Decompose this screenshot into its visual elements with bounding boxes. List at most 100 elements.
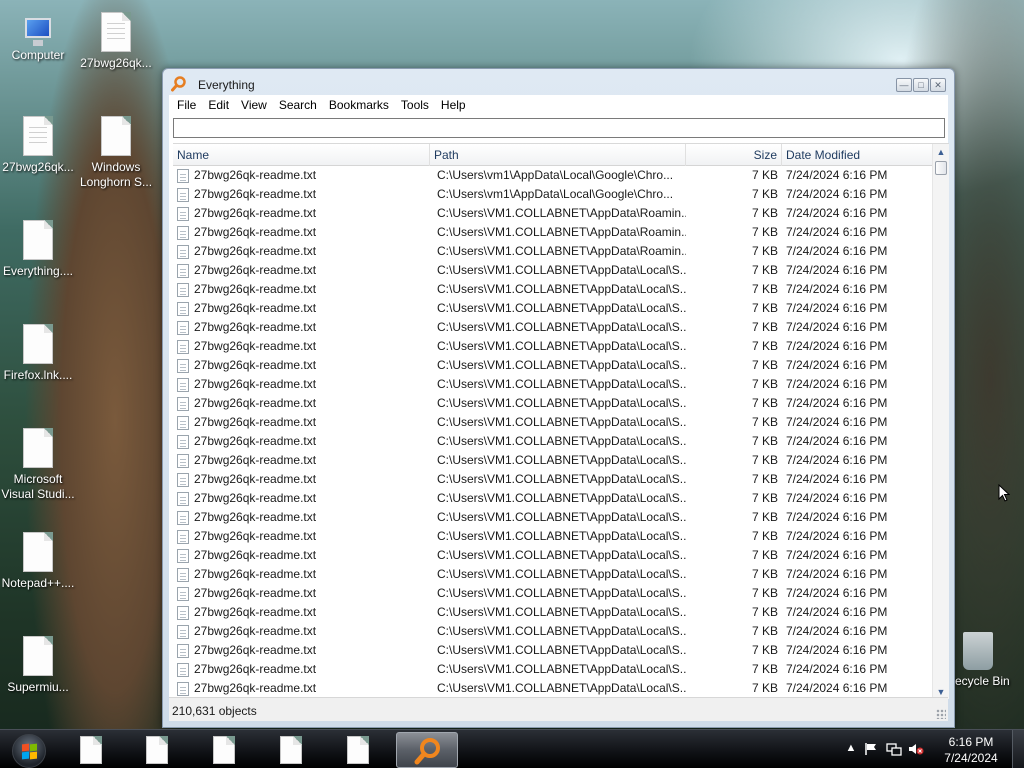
cell-date-modified: 7/24/2024 6:16 PM xyxy=(786,301,888,315)
taskbar-everything-button[interactable] xyxy=(396,732,458,768)
table-row[interactable]: 27bwg26qk-readme.txt C:\Users\VM1.COLLABN… xyxy=(173,204,932,223)
table-row[interactable]: 27bwg26qk-readme.txt C:\Users\VM1.COLLABN… xyxy=(173,641,932,660)
cell-name: 27bwg26qk-readme.txt xyxy=(173,223,430,242)
cell-size: 7 KB xyxy=(751,548,778,562)
cell-path: C:\Users\VM1.COLLABNET\AppData\Local\S..… xyxy=(437,548,686,562)
cell-size: 7 KB xyxy=(751,415,778,429)
network-icon[interactable] xyxy=(886,742,902,756)
cell-size: 7 KB xyxy=(751,681,778,695)
taskbar: ▲ 6:16 PM 7/24/2024 xyxy=(0,729,1024,768)
taskbar-pinned-file[interactable] xyxy=(62,732,120,768)
menu-search[interactable]: Search xyxy=(273,95,323,115)
desktop-icon-file[interactable]: Microsoft Visual Studi... xyxy=(0,428,76,502)
menu-bookmarks[interactable]: Bookmarks xyxy=(323,95,395,115)
windows-logo-icon xyxy=(12,734,46,768)
table-row[interactable]: 27bwg26qk-readme.txt C:\Users\VM1.COLLABN… xyxy=(173,280,932,299)
column-header-date-modified[interactable]: Date Modified xyxy=(782,144,932,166)
text-file-icon xyxy=(177,567,189,582)
table-row[interactable]: 27bwg26qk-readme.txt C:\Users\VM1.COLLABN… xyxy=(173,527,932,546)
cell-date-modified: 7/24/2024 6:16 PM xyxy=(786,529,888,543)
taskbar-pinned-file[interactable] xyxy=(329,732,387,768)
file-name: 27bwg26qk-readme.txt xyxy=(194,282,317,296)
table-row[interactable]: 27bwg26qk-readme.txt C:\Users\VM1.COLLABN… xyxy=(173,489,932,508)
document-icon xyxy=(23,324,53,364)
start-button[interactable] xyxy=(6,732,56,768)
desktop-icon-file[interactable]: 27bwg26qk... xyxy=(0,116,76,175)
cell-date-modified: 7/24/2024 6:16 PM xyxy=(786,206,888,220)
action-center-flag-icon[interactable] xyxy=(864,742,880,756)
file-name: 27bwg26qk-readme.txt xyxy=(194,510,317,524)
vertical-scrollbar[interactable]: ▲ ▼ xyxy=(932,144,949,699)
resize-grip-icon[interactable] xyxy=(936,709,946,719)
desktop-icon-file[interactable]: Notepad++.... xyxy=(0,532,76,591)
table-row[interactable]: 27bwg26qk-readme.txt C:\Users\VM1.COLLABN… xyxy=(173,470,932,489)
volume-muted-icon[interactable] xyxy=(908,742,924,756)
title-bar[interactable]: Everything — □ ✕ xyxy=(163,69,954,97)
desktop-icon-file[interactable]: Everything.... xyxy=(0,220,76,279)
show-desktop-button[interactable] xyxy=(1012,730,1024,768)
table-row[interactable]: 27bwg26qk-readme.txt C:\Users\VM1.COLLABN… xyxy=(173,546,932,565)
system-clock[interactable]: 6:16 PM 7/24/2024 xyxy=(936,734,1006,766)
cell-name: 27bwg26qk-readme.txt xyxy=(173,166,430,185)
table-row[interactable]: 27bwg26qk-readme.txt C:\Users\VM1.COLLABN… xyxy=(173,223,932,242)
table-row[interactable]: 27bwg26qk-readme.txt C:\Users\VM1.COLLABN… xyxy=(173,242,932,261)
cell-size: 7 KB xyxy=(751,491,778,505)
search-input[interactable] xyxy=(173,118,945,138)
desktop-icon-file[interactable]: Firefox.lnk.... xyxy=(0,324,76,383)
column-header-size[interactable]: Size xyxy=(686,144,782,166)
results-list[interactable]: Name Path Size Date Modified 27bwg26qk-r… xyxy=(173,143,949,699)
text-file-icon xyxy=(177,643,189,658)
table-row[interactable]: 27bwg26qk-readme.txt C:\Users\VM1.COLLABN… xyxy=(173,432,932,451)
desktop-icon-file[interactable]: Windows Longhorn S... xyxy=(78,116,154,190)
cell-path: C:\Users\VM1.COLLABNET\AppData\Local\S..… xyxy=(437,643,686,657)
desktop-icon-file[interactable]: 27bwg26qk... xyxy=(78,12,154,71)
table-row[interactable]: 27bwg26qk-readme.txt C:\Users\VM1.COLLABN… xyxy=(173,394,932,413)
column-header-path[interactable]: Path xyxy=(430,144,686,166)
taskbar-pinned-file[interactable] xyxy=(195,732,253,768)
column-header-name[interactable]: Name xyxy=(173,144,430,166)
table-row[interactable]: 27bwg26qk-readme.txt C:\Users\VM1.COLLABN… xyxy=(173,356,932,375)
menu-view[interactable]: View xyxy=(235,95,273,115)
desktop-icon-label: Microsoft Visual Studi... xyxy=(1,472,75,501)
file-name: 27bwg26qk-readme.txt xyxy=(194,643,317,657)
menu-help[interactable]: Help xyxy=(435,95,472,115)
table-row[interactable]: 27bwg26qk-readme.txt C:\Users\VM1.COLLABN… xyxy=(173,375,932,394)
table-row[interactable]: 27bwg26qk-readme.txt C:\Users\VM1.COLLABN… xyxy=(173,337,932,356)
scroll-up-arrow-icon[interactable]: ▲ xyxy=(933,144,949,160)
close-button[interactable]: ✕ xyxy=(930,78,946,92)
table-row[interactable]: 27bwg26qk-readme.txt C:\Users\vm1\AppData… xyxy=(173,185,932,204)
table-row[interactable]: 27bwg26qk-readme.txt C:\Users\vm1\AppData… xyxy=(173,166,932,185)
desktop-icon-file[interactable]: Supermiu... xyxy=(0,636,76,695)
menu-tools[interactable]: Tools xyxy=(395,95,435,115)
show-hidden-icons-arrow-icon[interactable]: ▲ xyxy=(843,742,859,756)
cell-date-modified: 7/24/2024 6:16 PM xyxy=(786,548,888,562)
table-row[interactable]: 27bwg26qk-readme.txt C:\Users\VM1.COLLABN… xyxy=(173,660,932,679)
file-name: 27bwg26qk-readme.txt xyxy=(194,168,317,182)
minimize-button[interactable]: — xyxy=(896,78,912,92)
cell-path: C:\Users\VM1.COLLABNET\AppData\Local\S..… xyxy=(437,320,686,334)
table-row[interactable]: 27bwg26qk-readme.txt C:\Users\VM1.COLLABN… xyxy=(173,413,932,432)
result-rows: 27bwg26qk-readme.txt C:\Users\vm1\AppData… xyxy=(173,166,932,698)
table-row[interactable]: 27bwg26qk-readme.txt C:\Users\VM1.COLLABN… xyxy=(173,584,932,603)
table-row[interactable]: 27bwg26qk-readme.txt C:\Users\VM1.COLLABN… xyxy=(173,508,932,527)
table-row[interactable]: 27bwg26qk-readme.txt C:\Users\VM1.COLLABN… xyxy=(173,603,932,622)
text-file-icon xyxy=(177,282,189,297)
maximize-button[interactable]: □ xyxy=(913,78,929,92)
table-row[interactable]: 27bwg26qk-readme.txt C:\Users\VM1.COLLABN… xyxy=(173,565,932,584)
menu-file[interactable]: File xyxy=(171,95,202,115)
menu-edit[interactable]: Edit xyxy=(202,95,235,115)
file-name: 27bwg26qk-readme.txt xyxy=(194,624,317,638)
taskbar-pinned-file[interactable] xyxy=(262,732,320,768)
everything-window[interactable]: Everything — □ ✕ File Edit View Search B… xyxy=(162,68,955,728)
table-row[interactable]: 27bwg26qk-readme.txt C:\Users\VM1.COLLABN… xyxy=(173,299,932,318)
table-row[interactable]: 27bwg26qk-readme.txt C:\Users\VM1.COLLABN… xyxy=(173,318,932,337)
table-row[interactable]: 27bwg26qk-readme.txt C:\Users\VM1.COLLABN… xyxy=(173,622,932,641)
cell-date-modified: 7/24/2024 6:16 PM xyxy=(786,263,888,277)
cell-date-modified: 7/24/2024 6:16 PM xyxy=(786,282,888,296)
desktop-icon-computer[interactable]: Computer xyxy=(0,14,76,63)
scroll-thumb[interactable] xyxy=(935,161,947,175)
table-row[interactable]: 27bwg26qk-readme.txt C:\Users\VM1.COLLABN… xyxy=(173,679,932,698)
taskbar-pinned-file[interactable] xyxy=(128,732,186,768)
table-row[interactable]: 27bwg26qk-readme.txt C:\Users\VM1.COLLABN… xyxy=(173,261,932,280)
table-row[interactable]: 27bwg26qk-readme.txt C:\Users\VM1.COLLABN… xyxy=(173,451,932,470)
